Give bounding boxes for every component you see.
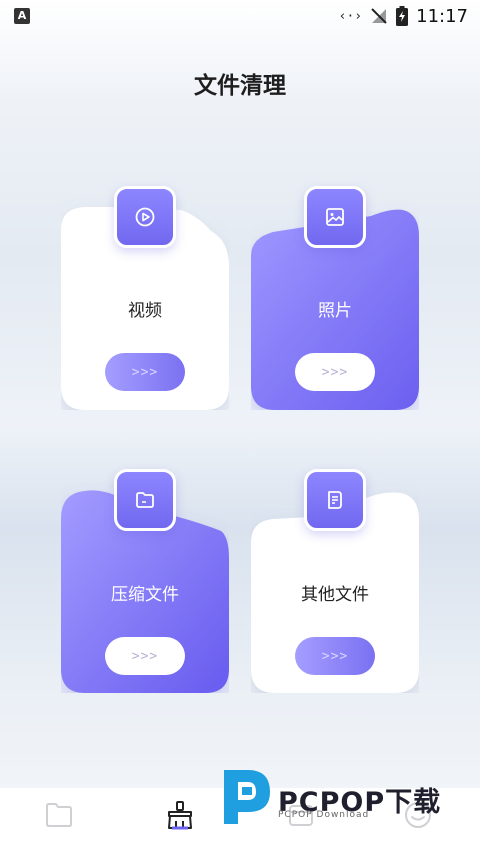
- pcpop-logo-icon: [224, 770, 270, 824]
- watermark-subtitle: PCPOP Download: [278, 810, 370, 820]
- folder-icon: [46, 803, 72, 827]
- status-bar: A ‹·› 11:17: [0, 0, 480, 32]
- card-archive-go-button[interactable]: >>>: [105, 637, 185, 675]
- nav-clean[interactable]: [163, 798, 197, 832]
- card-other-files[interactable]: 其他文件 >>>: [251, 469, 419, 695]
- card-archive[interactable]: 压缩文件 >>>: [61, 469, 229, 695]
- page-title: 文件清理: [194, 73, 286, 99]
- card-video[interactable]: 视频 >>>: [61, 186, 229, 412]
- card-archive-label: 压缩文件: [111, 585, 179, 605]
- card-photo[interactable]: 照片 >>>: [251, 186, 419, 412]
- data-sync-icon: ‹·›: [338, 8, 363, 24]
- card-photo-go-button[interactable]: >>>: [295, 353, 375, 391]
- card-other-files-label: 其他文件: [301, 585, 369, 605]
- clock: 11:17: [416, 5, 468, 27]
- card-video-label: 视频: [128, 301, 162, 321]
- photo-icon-badge: [304, 186, 366, 248]
- video-play-icon: [135, 207, 155, 227]
- card-other-files-go-button[interactable]: >>>: [295, 637, 375, 675]
- video-icon-badge: [114, 186, 176, 248]
- accessibility-badge-icon: A: [14, 8, 30, 24]
- no-signal-icon: [371, 8, 387, 24]
- card-photo-label: 照片: [318, 301, 352, 321]
- document-icon: [328, 491, 342, 509]
- image-icon: [326, 208, 344, 226]
- watermark: PCPOP下载 PCPOP Download: [218, 766, 480, 826]
- card-video-go-button[interactable]: >>>: [105, 353, 185, 391]
- nav-files[interactable]: [42, 798, 76, 832]
- battery-charging-icon: [396, 6, 409, 26]
- folder-icon: [136, 492, 154, 508]
- status-icons: ‹·› 11:17: [339, 4, 468, 28]
- other-files-icon-badge: [304, 469, 366, 531]
- broom-icon: [168, 801, 192, 830]
- archive-icon-badge: [114, 469, 176, 531]
